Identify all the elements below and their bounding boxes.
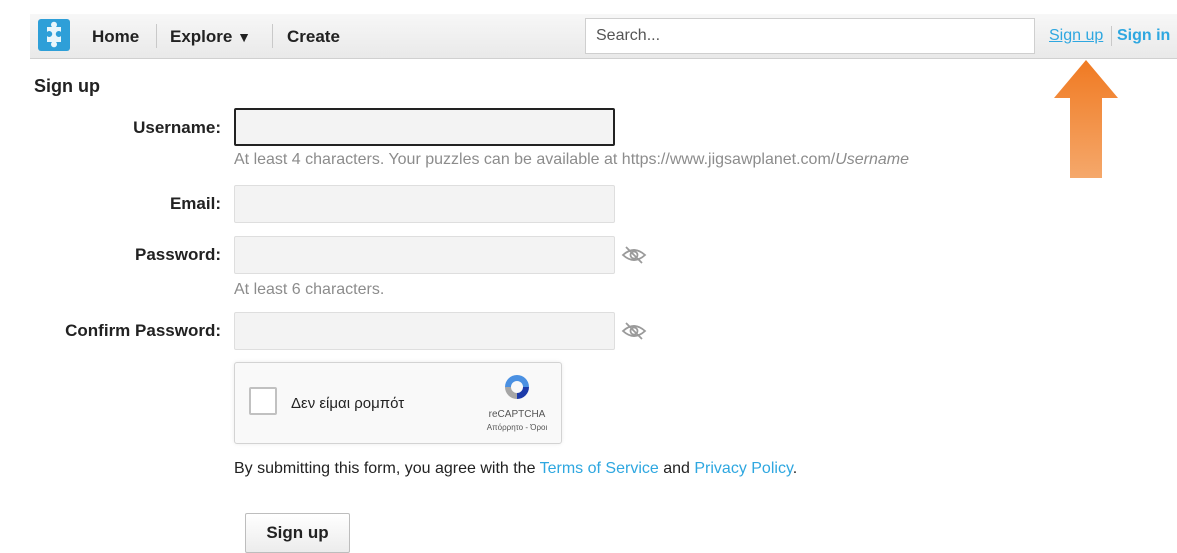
password-field[interactable] [234, 236, 615, 274]
confirm-password-field[interactable] [234, 312, 615, 350]
terms-of-service-link[interactable]: Terms of Service [540, 460, 659, 477]
agreement-suffix: . [792, 460, 798, 477]
privacy-policy-link[interactable]: Privacy Policy [694, 460, 792, 477]
puzzle-logo-icon[interactable] [38, 19, 70, 51]
chevron-down-icon: ▼ [237, 29, 251, 45]
arrow-up-icon [1054, 60, 1118, 178]
username-field[interactable] [234, 108, 615, 146]
username-hint-text: At least 4 characters. Your puzzles can … [234, 151, 836, 168]
nav-create[interactable]: Create [287, 27, 340, 47]
recaptcha-terms[interactable]: Απόρρητο - Όροι [485, 423, 549, 432]
email-field[interactable] [234, 185, 615, 223]
eye-off-icon[interactable] [620, 245, 648, 265]
signup-submit-button[interactable]: Sign up [245, 513, 350, 553]
nav-separator [272, 24, 273, 48]
nav-separator [156, 24, 157, 48]
link-separator [1111, 26, 1112, 46]
nav-home[interactable]: Home [92, 27, 139, 47]
signin-link[interactable]: Sign in [1117, 27, 1170, 45]
recaptcha-logo-icon [505, 375, 529, 399]
agreement-and: and [658, 460, 695, 477]
eye-off-icon[interactable] [620, 321, 648, 341]
search-input[interactable] [585, 18, 1035, 54]
page-title: Sign up [34, 76, 100, 96]
password-hint: At least 6 characters. [234, 281, 385, 298]
email-label: Email: [169, 194, 221, 213]
nav-explore[interactable]: Explore ▼ [170, 27, 251, 47]
confirm-password-label: Confirm Password: [65, 321, 221, 340]
username-hint-placeholder: Username [835, 151, 910, 168]
recaptcha-brand: reCAPTCHA [488, 409, 546, 420]
username-label: Username: [133, 118, 221, 137]
recaptcha-label: Δεν είμαι ρομπότ [291, 395, 405, 412]
password-label: Password: [135, 245, 221, 264]
nav-explore-label: Explore [170, 27, 233, 46]
agreement-text: By submitting this form, you agree with … [234, 460, 797, 478]
recaptcha-checkbox[interactable] [249, 387, 277, 415]
agreement-prefix: By submitting this form, you agree with … [234, 460, 540, 477]
username-hint: At least 4 characters. Your puzzles can … [234, 151, 909, 169]
recaptcha-widget: Δεν είμαι ρομπότ reCAPTCHA Απόρρητο - Όρ… [234, 362, 562, 444]
signup-link[interactable]: Sign up [1049, 27, 1103, 45]
